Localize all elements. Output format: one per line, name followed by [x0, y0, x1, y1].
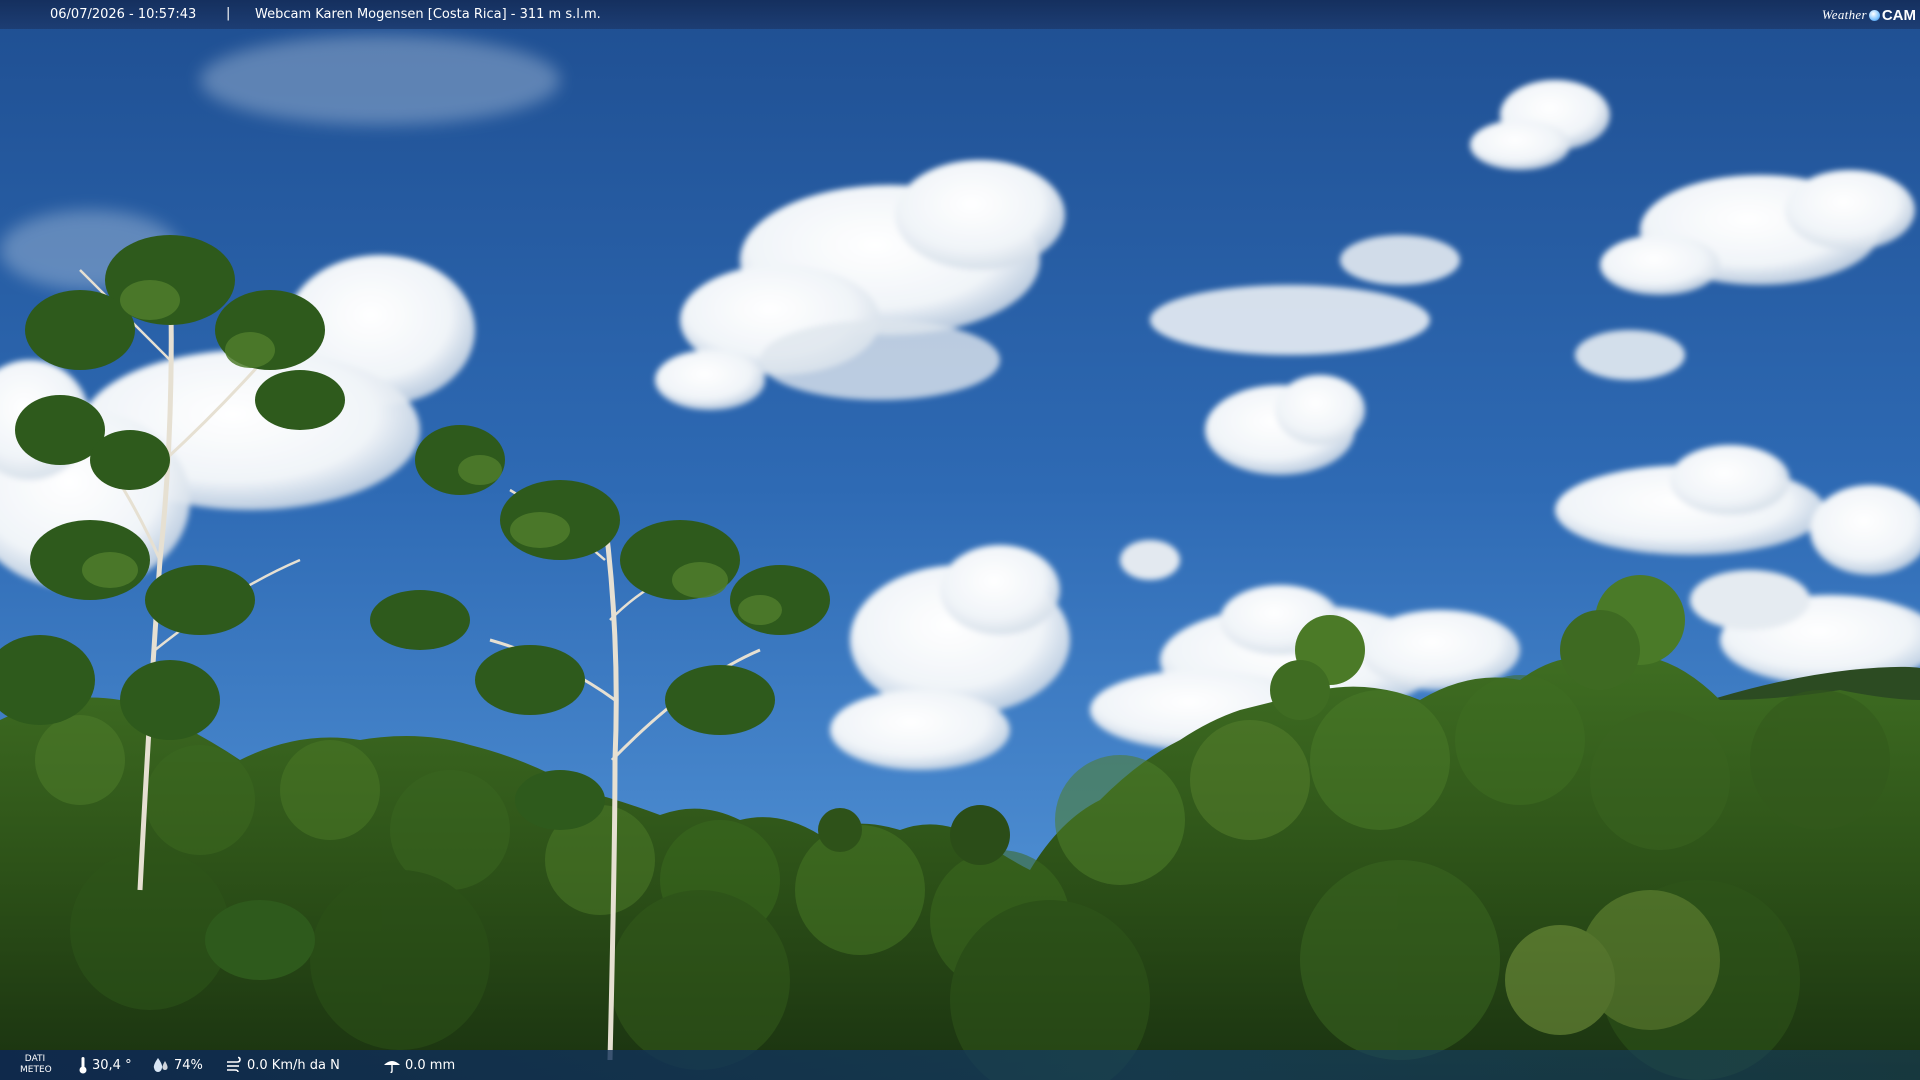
rain-value: 0.0 mm: [405, 1057, 456, 1073]
webcam-scene: [0, 0, 1920, 1080]
temperature-value: 30,4 °: [92, 1057, 132, 1073]
logo-word-cam: CAM: [1881, 6, 1916, 24]
humidity-drop-icon: [153, 1058, 168, 1072]
webcam-frame: 06/07/2026 - 10:57:43 | Webcam Karen Mog…: [0, 0, 1920, 1080]
wind-reading: 0.0 Km/h da N: [225, 1050, 340, 1080]
humidity-value: 74%: [174, 1057, 203, 1073]
wind-icon: [227, 1056, 241, 1073]
top-info-bar: 06/07/2026 - 10:57:43 | Webcam Karen Mog…: [0, 0, 1920, 29]
dati-meteo-label: DATI METEO: [20, 1054, 52, 1075]
humidity-reading: 74%: [152, 1050, 203, 1080]
separator: |: [226, 6, 231, 21]
logo-word-weather: Weather: [1821, 7, 1867, 22]
weathercam-logo: Weather CAM: [1822, 4, 1916, 26]
rain-reading: 0.0 mm: [383, 1050, 455, 1080]
wind-value: 0.0 Km/h da N: [247, 1057, 340, 1073]
temperature-reading: 30,4 °: [78, 1050, 132, 1080]
webcam-title: Webcam Karen Mogensen [Costa Rica] - 311…: [255, 7, 601, 22]
capture-datetime: 06/07/2026 - 10:57:43: [50, 7, 197, 22]
rain-gauge-icon: [384, 1061, 400, 1073]
thermometer-icon: [79, 1057, 87, 1074]
globe-icon: [1868, 9, 1880, 21]
weather-data-bar: DATI METEO 30,4 ° 74% 0.0 Km/h da N 0.0 …: [0, 1050, 1920, 1080]
